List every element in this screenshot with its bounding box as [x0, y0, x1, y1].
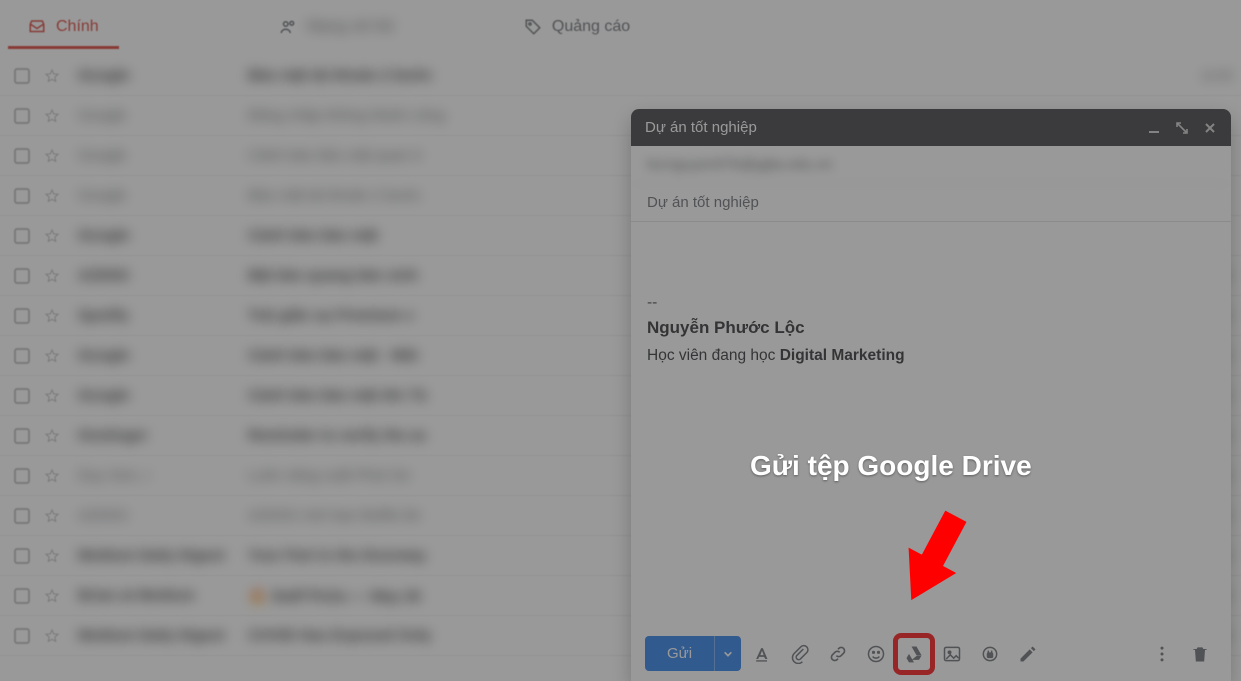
email-sender: Medium Daily Digest — [78, 547, 248, 564]
compose-header: Dự án tốt nghiệp — [631, 109, 1231, 146]
star-icon[interactable] — [44, 348, 60, 364]
email-sender: Google — [78, 347, 248, 364]
email-sender: Google — [78, 147, 248, 164]
signature-role: Học viên đang học Digital Marketing — [647, 345, 1215, 367]
tab-promotions[interactable]: Quảng cáo — [504, 10, 650, 46]
attach-file-icon[interactable] — [783, 637, 817, 671]
checkbox[interactable] — [14, 308, 30, 324]
checkbox[interactable] — [14, 508, 30, 524]
annotation-callout: Gửi tệp Google Drive — [750, 450, 1032, 482]
compose-title: Dự án tốt nghiệp — [645, 119, 757, 136]
checkbox[interactable] — [14, 148, 30, 164]
compose-toolbar: Gửi — [631, 626, 1231, 681]
email-sender: Google — [78, 227, 248, 244]
insert-emoji-icon[interactable] — [859, 637, 893, 671]
email-subject: Bảo mật tài khoản 2 bước — [248, 67, 1163, 84]
confidential-mode-icon[interactable] — [973, 637, 1007, 671]
star-icon[interactable] — [44, 588, 60, 604]
signature-role-prefix: Học viên đang học — [647, 347, 780, 364]
insert-signature-icon[interactable] — [1011, 637, 1045, 671]
insert-photo-icon[interactable] — [935, 637, 969, 671]
signature-role-bold: Digital Marketing — [780, 347, 905, 364]
email-sender: Duy Sơn, r — [78, 467, 248, 484]
email-sender: Hostinger — [78, 427, 248, 444]
discard-draft-icon[interactable] — [1183, 637, 1217, 671]
signature-divider: -- — [647, 292, 1215, 314]
star-icon[interactable] — [44, 548, 60, 564]
star-icon[interactable] — [44, 268, 60, 284]
tab-social[interactable]: Mạng xã hội — [259, 10, 414, 46]
send-group: Gửi — [645, 636, 741, 671]
compose-subject[interactable]: Dự án tốt nghiệp — [631, 184, 1231, 222]
email-sender: Google — [78, 67, 248, 84]
fullscreen-icon[interactable] — [1175, 121, 1189, 135]
insert-link-icon[interactable] — [821, 637, 855, 671]
checkbox[interactable] — [14, 188, 30, 204]
minimize-icon[interactable] — [1147, 121, 1161, 135]
annotation-arrow — [888, 500, 978, 615]
checkbox[interactable] — [14, 68, 30, 84]
inbox-icon — [28, 18, 46, 36]
email-sender: AZDIGI — [78, 267, 248, 284]
checkbox[interactable] — [14, 628, 30, 644]
more-options-icon[interactable] — [1145, 637, 1179, 671]
format-text-icon[interactable] — [745, 637, 779, 671]
checkbox[interactable] — [14, 588, 30, 604]
star-icon[interactable] — [44, 148, 60, 164]
send-more-button[interactable] — [714, 636, 741, 671]
people-icon — [279, 18, 297, 36]
star-icon[interactable] — [44, 68, 60, 84]
star-icon[interactable] — [44, 108, 60, 124]
checkbox[interactable] — [14, 468, 30, 484]
checkbox[interactable] — [14, 428, 30, 444]
checkbox[interactable] — [14, 268, 30, 284]
checkbox[interactable] — [14, 228, 30, 244]
star-icon[interactable] — [44, 228, 60, 244]
star-icon[interactable] — [44, 188, 60, 204]
tab-social-label: Mạng xã hội — [307, 18, 394, 36]
close-icon[interactable] — [1203, 121, 1217, 135]
email-row[interactable]: GoogleBảo mật tài khoản 2 bước14:05 — [0, 56, 1241, 96]
star-icon[interactable] — [44, 468, 60, 484]
send-button[interactable]: Gửi — [645, 636, 714, 671]
email-date: 14:05 — [1163, 68, 1233, 83]
star-icon[interactable] — [44, 428, 60, 444]
star-icon[interactable] — [44, 308, 60, 324]
category-tabs: Chính Mạng xã hội Quảng cáo — [0, 0, 1241, 50]
tag-icon — [524, 18, 542, 36]
checkbox[interactable] — [14, 348, 30, 364]
tab-primary-label: Chính — [56, 18, 99, 36]
tab-primary[interactable]: Chính — [8, 10, 119, 49]
email-sender: AZDIGI — [78, 507, 248, 524]
compose-recipient[interactable]: locnguyen97b@gijta.edu.vn — [631, 146, 1231, 184]
star-icon[interactable] — [44, 628, 60, 644]
signature-name: Nguyễn Phước Lộc — [647, 316, 1215, 341]
google-drive-icon[interactable] — [897, 637, 931, 671]
checkbox[interactable] — [14, 548, 30, 564]
email-sender: Brian at Medium — [78, 587, 248, 604]
checkbox[interactable] — [14, 108, 30, 124]
email-sender: Medium Daily Digest — [78, 627, 248, 644]
email-sender: Google — [78, 187, 248, 204]
email-sender: Google — [78, 387, 248, 404]
email-sender: Spotify — [78, 307, 248, 324]
star-icon[interactable] — [44, 388, 60, 404]
checkbox[interactable] — [14, 388, 30, 404]
star-icon[interactable] — [44, 508, 60, 524]
email-sender: Google — [78, 107, 248, 124]
tab-promotions-label: Quảng cáo — [552, 18, 630, 36]
